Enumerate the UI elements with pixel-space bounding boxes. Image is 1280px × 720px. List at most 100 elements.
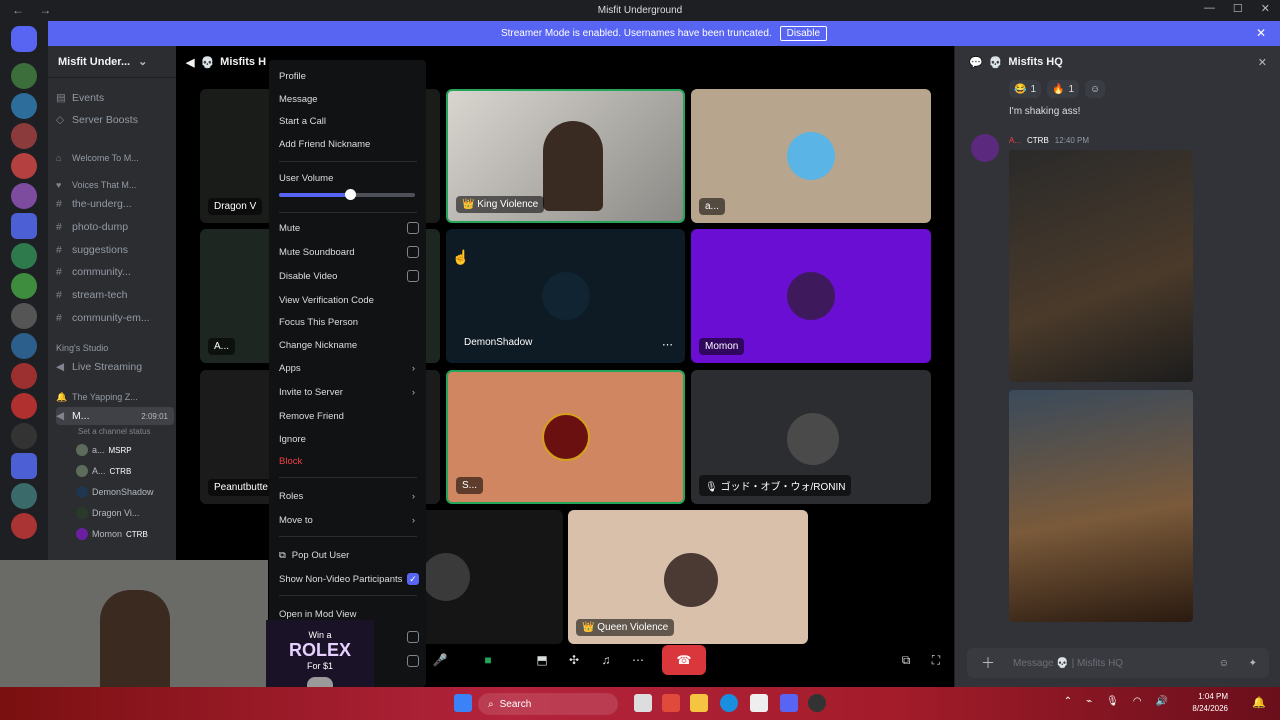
close-icon[interactable]: ✕ [1258,56,1267,69]
menu-item-message[interactable]: Message [279,90,419,108]
server-icon[interactable] [11,153,37,179]
banner-close-icon[interactable]: ✕ [1256,26,1266,40]
checkmark-icon[interactable]: ✓ [407,573,419,585]
server-name-header[interactable]: Misfit Under... ⌄ [48,46,176,78]
user-volume-slider[interactable] [279,189,415,200]
menu-item-add-nickname[interactable]: Add Friend Nickname [279,135,419,153]
channel-item[interactable]: # community... [56,263,174,281]
activities-icon[interactable]: ✣ [560,645,588,675]
soundboard-icon[interactable]: ♫ [592,645,620,675]
mic-icon[interactable]: 🎙 [1106,696,1119,707]
menu-item-apps[interactable]: Apps › [279,359,419,377]
server-icon[interactable] [11,273,37,299]
channel-item[interactable]: # the-underg... [56,195,174,213]
menu-item-ignore[interactable]: Ignore [279,430,419,448]
window-controls[interactable]: — ☐ ✕ [1204,2,1270,15]
voice-user[interactable]: a... MSRP [76,441,132,459]
menu-item-mute[interactable]: Mute [279,219,419,237]
channel-item[interactable]: # community-em... [56,309,174,327]
menu-item-pop-out[interactable]: ⧉ Pop Out User [279,546,419,564]
participant-tile[interactable]: S... [446,370,685,504]
channel-item[interactable]: # photo-dump [56,218,174,236]
server-icon[interactable] [11,483,37,509]
plus-icon[interactable]: ＋ [981,653,995,673]
participant-tile[interactable]: a... [691,89,931,223]
add-reaction-icon[interactable]: ☺ [1085,80,1105,98]
channel-live-streaming[interactable]: ◀ Live Streaming [56,358,174,376]
author-name[interactable]: A... [1009,136,1021,145]
participant-video-tile[interactable]: 👑 King Violence [446,89,685,223]
participant-tile[interactable] [420,510,563,644]
server-icon[interactable] [11,183,37,209]
participant-tile[interactable]: Momon [691,229,931,363]
category-welcome[interactable]: ⌂ Welcome To M... [56,149,174,167]
maximize-icon[interactable]: ☐ [1233,2,1243,15]
menu-item-move-to[interactable]: Move to › [279,511,419,529]
start-icon[interactable] [454,694,472,712]
apps-icon[interactable]: ✦ [1249,658,1257,669]
minimize-icon[interactable]: — [1204,2,1215,15]
task-view-icon[interactable] [634,694,652,712]
edge-icon[interactable] [720,694,738,712]
taskbar-clock[interactable]: 1:04 PM 8/24/2026 [1192,691,1228,715]
folder-icon[interactable] [11,453,37,479]
menu-item-block[interactable]: Block [279,452,419,470]
discord-taskbar-icon[interactable] [780,694,798,712]
server-icon[interactable] [11,123,37,149]
camera-icon[interactable]: ■ [474,645,502,675]
participant-tile[interactable]: DemonShadow ⋯ [446,229,685,363]
server-icon[interactable] [11,423,37,449]
menu-item-disable-video[interactable]: Disable Video [279,267,419,285]
channel-item[interactable]: # stream-tech [56,286,174,304]
menu-item-verification-code[interactable]: View Verification Code [279,291,419,309]
emoji-icon[interactable]: ☺ [1219,658,1229,669]
microphone-icon[interactable]: 🎤 [426,645,454,675]
disconnect-button[interactable]: ☎ [662,645,706,675]
participant-tile[interactable]: 👑 Queen Violence [568,510,808,644]
server-icon[interactable] [11,243,37,269]
server-icon[interactable] [11,63,37,89]
menu-item-focus[interactable]: Focus This Person [279,313,419,331]
volume-knob[interactable] [344,189,356,200]
option-checkbox[interactable] [407,631,419,643]
mute-soundboard-checkbox[interactable] [407,246,419,258]
obs-icon[interactable] [808,694,826,712]
more-icon[interactable]: ⋯ [624,645,652,675]
chevron-up-icon[interactable]: ⌃ [1064,696,1072,707]
menu-item-roles[interactable]: Roles › [279,487,419,505]
file-explorer-icon[interactable] [690,694,708,712]
discord-home-icon[interactable] [11,26,37,52]
menu-item-change-nickname[interactable]: Change Nickname [279,336,419,354]
wifi-icon[interactable]: ◠ [1133,696,1142,707]
sidebar-item-server-boosts[interactable]: ◇ Server Boosts [56,111,174,129]
voice-user[interactable]: DemonShadow [76,483,154,501]
menu-item-start-call[interactable]: Start a Call [279,112,419,130]
voice-user[interactable]: A... CTRB [76,462,131,480]
channel-item[interactable]: # suggestions [56,241,174,259]
close-window-icon[interactable]: ✕ [1261,2,1270,15]
category-kings-studio[interactable]: King's Studio [56,339,174,357]
disable-video-checkbox[interactable] [407,270,419,282]
folder-icon[interactable] [11,213,37,239]
system-tray[interactable]: ⌃ ⌁ 🎙 ◠ 🔊 [1064,696,1168,707]
server-icon[interactable] [11,303,37,329]
network-icon[interactable]: ⌁ [1086,696,1092,707]
disable-streamer-button[interactable]: Disable [779,26,828,41]
voice-user[interactable]: Dragon Vi... [76,504,139,522]
nav-arrows[interactable]: ← → [12,3,57,17]
screen-share-icon[interactable]: ⬒ [528,645,556,675]
more-options-icon[interactable]: ⋯ [662,338,673,351]
server-icon[interactable] [11,333,37,359]
menu-item-invite[interactable]: Invite to Server › [279,383,419,401]
volume-icon[interactable]: 🔊 [1156,696,1168,707]
attached-image[interactable] [1009,390,1193,622]
store-icon[interactable] [750,694,768,712]
server-icon[interactable] [11,363,37,389]
option-checkbox[interactable] [407,655,419,667]
fullscreen-icon[interactable]: ⛶ [922,645,950,675]
attached-image[interactable] [1009,150,1193,382]
message-input[interactable]: ＋ Message 💀 | Misfits HQ ☺ ✦ [967,648,1269,678]
menu-item-show-nonvideo[interactable]: Show Non-Video Participants ✓ [279,570,419,588]
sidebar-item-events[interactable]: ▤ Events [56,89,174,107]
category-yapping[interactable]: 🔔 The Yapping Z... [56,388,174,406]
